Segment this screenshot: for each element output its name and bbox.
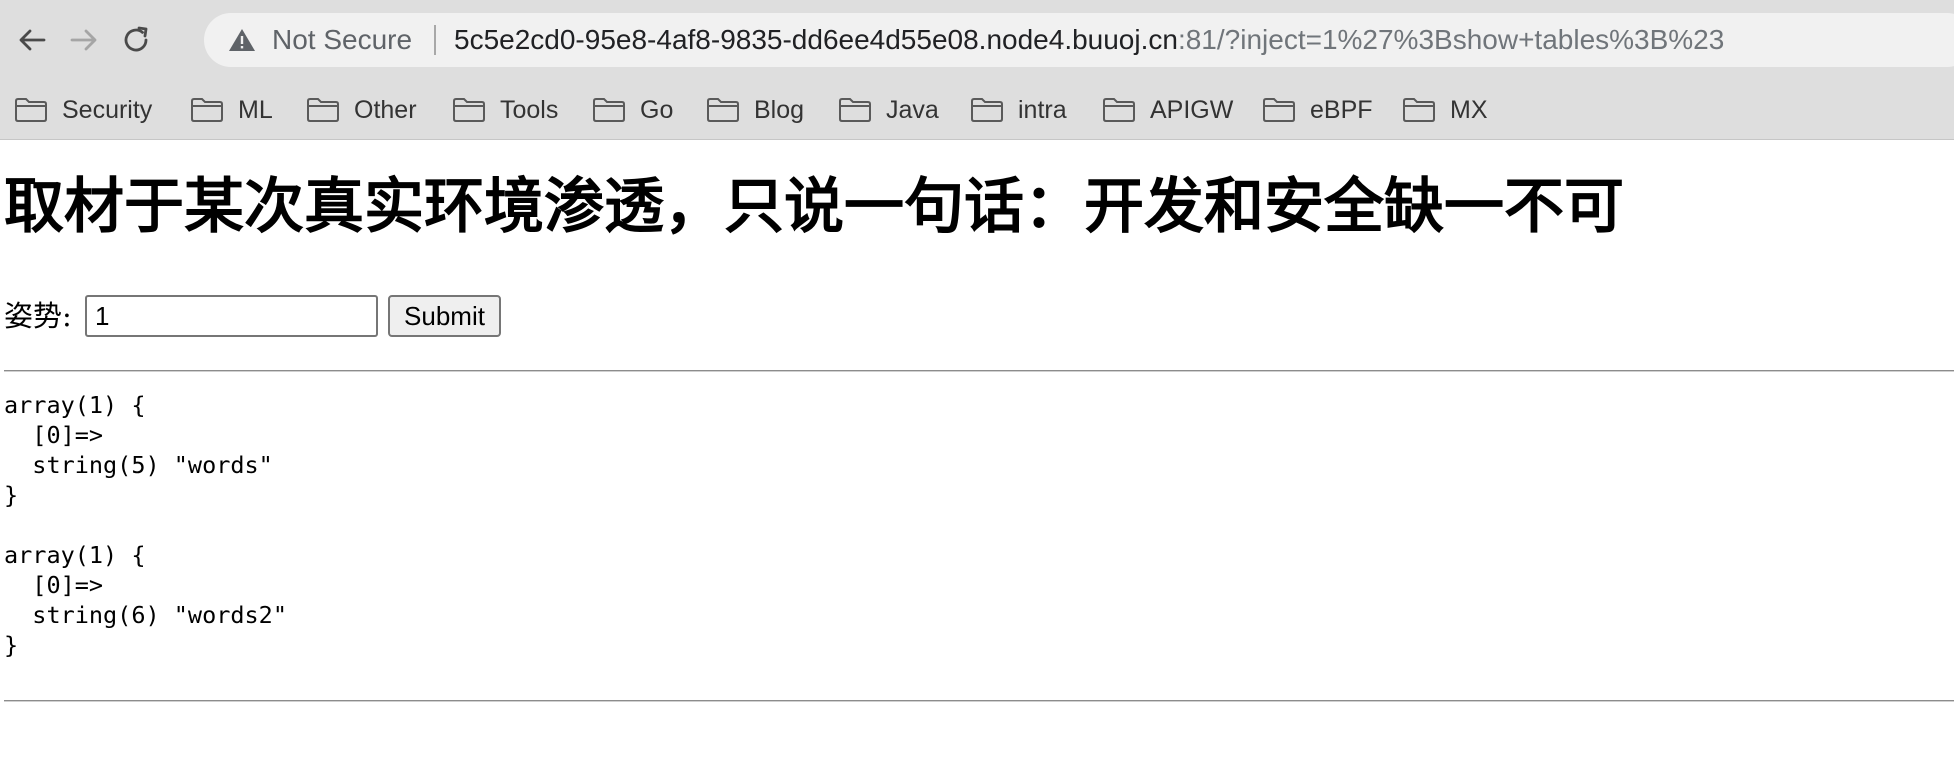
folder-icon <box>839 98 871 122</box>
bookmark-label: Java <box>886 95 939 124</box>
security-status-label[interactable]: Not Secure <box>272 25 412 55</box>
browser-toolbar: Not Secure 5c5e2cd0-95e8-4af8-9835-dd6ee… <box>0 0 1954 80</box>
bookmark-folder-security[interactable]: Security <box>14 92 152 128</box>
url-host: 5c5e2cd0-95e8-4af8-9835-dd6ee4d55e08.nod… <box>454 24 1178 55</box>
folder-icon <box>15 98 47 122</box>
bookmark-folder-blog[interactable]: Blog <box>706 92 804 128</box>
horizontal-rule <box>4 370 1954 372</box>
bookmark-folder-ml[interactable]: ML <box>190 92 273 128</box>
address-bar[interactable]: Not Secure 5c5e2cd0-95e8-4af8-9835-dd6ee… <box>204 13 1954 67</box>
folder-icon <box>1103 98 1135 122</box>
bookmark-folder-ebpf[interactable]: eBPF <box>1262 92 1373 128</box>
bookmark-label: ML <box>238 95 273 124</box>
bookmark-label: eBPF <box>1310 95 1373 124</box>
folder-icon <box>707 98 739 122</box>
omnibox-divider <box>434 25 436 55</box>
bookmark-label: APIGW <box>1150 95 1234 124</box>
warning-triangle-icon <box>229 29 255 51</box>
bookmark-folder-apigw[interactable]: APIGW <box>1102 92 1233 128</box>
bookmark-folder-mx[interactable]: MX <box>1402 92 1488 128</box>
bookmark-label: Blog <box>754 95 805 124</box>
back-button[interactable] <box>12 20 52 60</box>
horizontal-rule <box>4 700 1954 702</box>
folder-icon <box>307 98 339 122</box>
submit-button[interactable]: Submit <box>388 295 501 337</box>
inject-input[interactable] <box>85 295 378 337</box>
bookmark-folder-tools[interactable]: Tools <box>452 92 558 128</box>
query-result-output: array(1) { [0]=> string(5) "words" } arr… <box>4 391 287 659</box>
folder-icon <box>971 98 1003 122</box>
bookmark-folder-go[interactable]: Go <box>592 92 673 128</box>
back-arrow-icon <box>19 29 46 51</box>
bookmark-label: Other <box>354 95 417 124</box>
bookmark-folder-intra[interactable]: intra <box>970 92 1067 128</box>
bookmark-label: Tools <box>500 95 559 124</box>
bookmarks-bar: Security ML Other Tools Go Blog Java int… <box>0 80 1954 140</box>
bookmark-label: intra <box>1018 95 1067 124</box>
forward-arrow-icon <box>70 29 97 51</box>
bookmark-folder-java[interactable]: Java <box>838 92 939 128</box>
url-path: :81/?inject=1%27%3Bshow+tables%3B%23 <box>1177 24 1725 55</box>
forward-button[interactable] <box>64 20 104 60</box>
folder-icon <box>453 98 485 122</box>
bookmark-label: Security <box>62 95 153 124</box>
bookmark-label: MX <box>1450 95 1488 124</box>
reload-icon <box>124 26 148 52</box>
folder-icon <box>1263 98 1295 122</box>
bookmark-folder-other[interactable]: Other <box>306 92 417 128</box>
bookmark-label: Go <box>640 95 674 124</box>
folder-icon <box>593 98 625 122</box>
folder-icon <box>1403 98 1435 122</box>
url-text[interactable]: 5c5e2cd0-95e8-4af8-9835-dd6ee4d55e08.nod… <box>454 25 1724 55</box>
folder-icon <box>191 98 223 122</box>
page-title: 取材于某次真实环境渗透，只说一句话：开发和安全缺一不可 <box>4 172 1624 242</box>
reload-button[interactable] <box>116 20 156 60</box>
inject-label: 姿势: <box>4 299 72 333</box>
